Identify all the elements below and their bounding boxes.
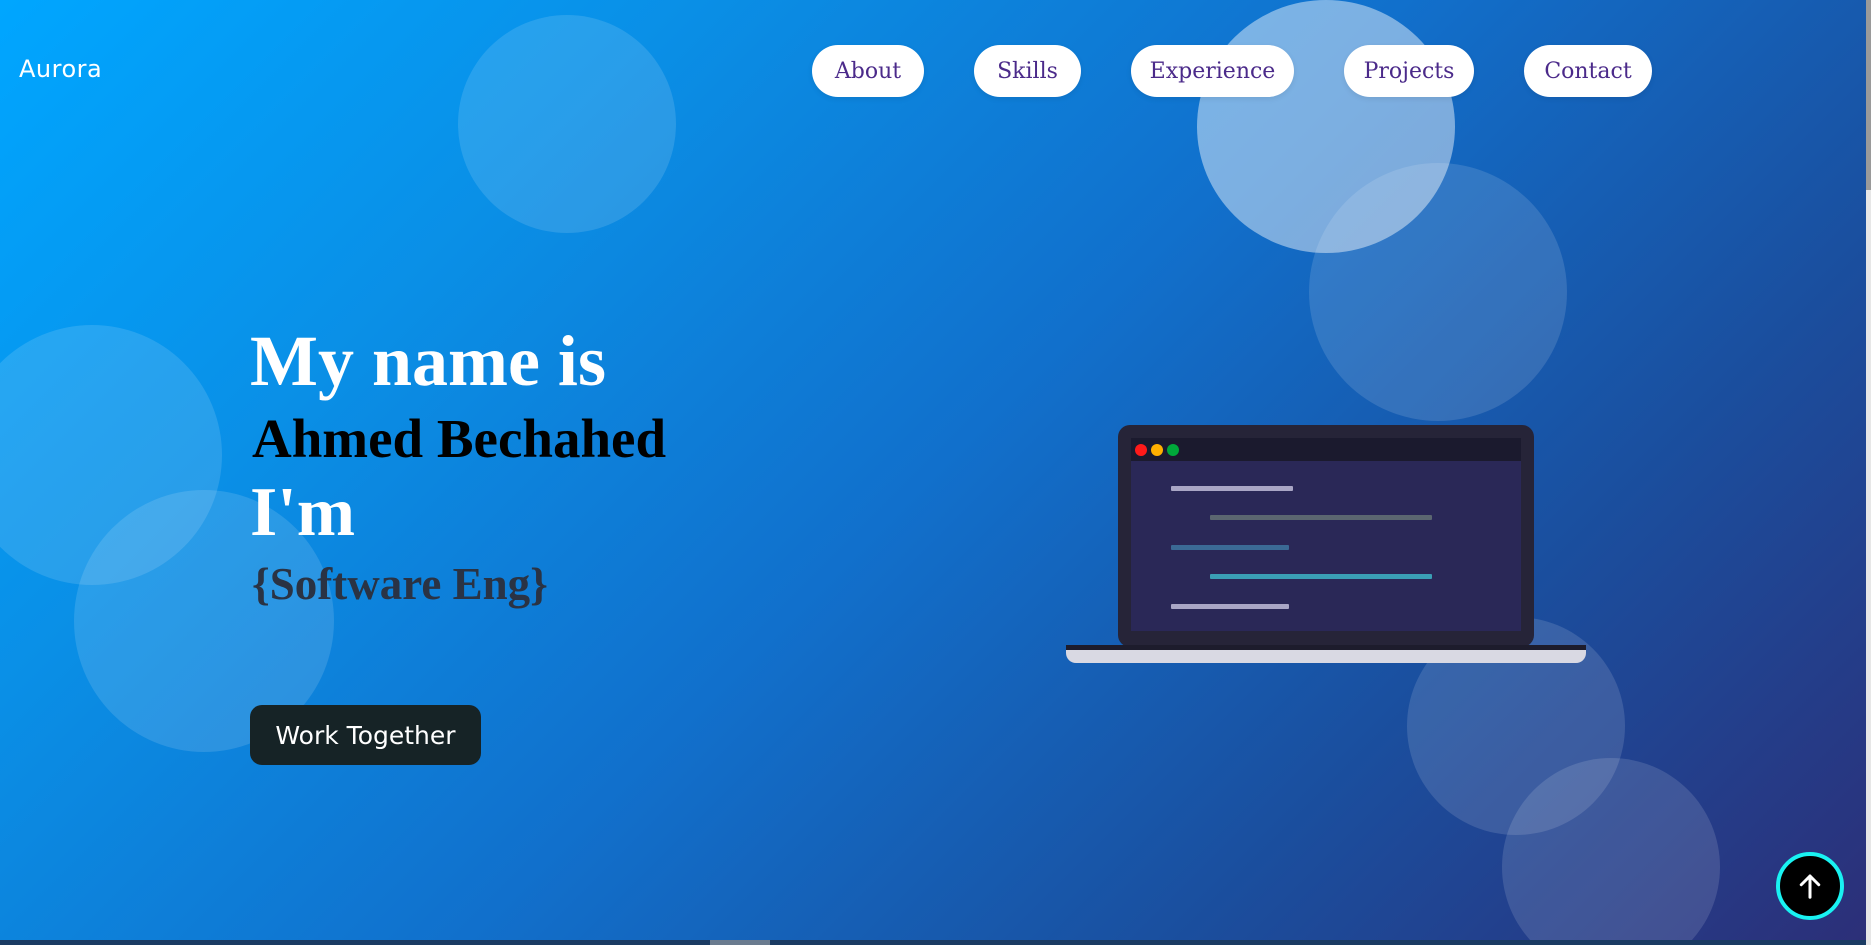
hero-name: Ahmed Bechahed: [252, 408, 667, 469]
nav-skills-link[interactable]: Skills: [974, 45, 1081, 97]
nav-projects-link[interactable]: Projects: [1344, 45, 1474, 97]
window-close-dot-icon: [1135, 444, 1147, 456]
window-maximize-dot-icon: [1167, 444, 1179, 456]
code-line: [1171, 486, 1293, 491]
horizontal-scrollbar[interactable]: [0, 940, 1866, 945]
nav-contact-link[interactable]: Contact: [1524, 45, 1652, 97]
hero-role: {Software Eng}: [252, 559, 548, 609]
code-line: [1210, 515, 1432, 520]
scroll-to-top-button[interactable]: [1776, 852, 1844, 920]
vertical-scrollbar-thumb[interactable]: [1866, 0, 1871, 190]
background-bubble: [1309, 163, 1567, 421]
horizontal-scrollbar-thumb[interactable]: [710, 940, 770, 945]
laptop-code-icon: [1066, 425, 1586, 663]
laptop-base: [1066, 645, 1586, 663]
arrow-up-icon: [1799, 874, 1821, 899]
nav-experience-link[interactable]: Experience: [1131, 45, 1294, 97]
hero-im-text: I'm: [250, 474, 355, 551]
laptop-screen: [1131, 438, 1521, 631]
laptop-lid: [1118, 425, 1534, 647]
code-line: [1210, 574, 1432, 579]
hero-intro-text: My name is: [250, 321, 606, 401]
window-title-bar: [1131, 438, 1521, 461]
code-line: [1171, 545, 1289, 550]
code-line: [1171, 604, 1289, 609]
page: Aurora About Skills Experience Projects …: [0, 0, 1866, 940]
window-minimize-dot-icon: [1151, 444, 1163, 456]
nav-about-link[interactable]: About: [812, 45, 924, 97]
work-together-button[interactable]: Work Together: [250, 705, 481, 765]
main-nav: About Skills Experience Projects Contact: [0, 45, 1866, 99]
